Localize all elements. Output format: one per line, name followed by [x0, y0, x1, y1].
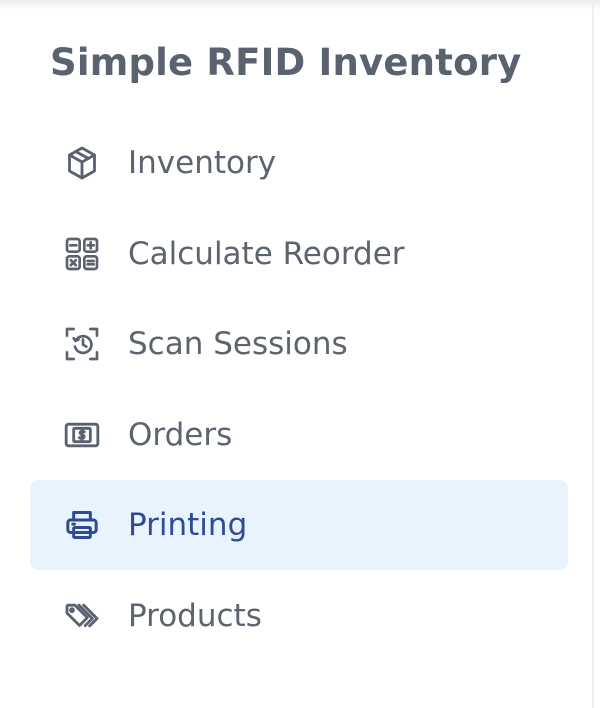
calculator-icon — [62, 234, 102, 274]
sidebar-item-label: Inventory — [128, 145, 277, 181]
sidebar-item-printing[interactable]: Printing — [30, 480, 568, 570]
sidebar-divider — [592, 0, 594, 708]
dollar-bill-icon — [62, 415, 102, 455]
sidebar-nav: Inventory Calculate Reorder Scan Session… — [30, 118, 568, 661]
sidebar-item-products[interactable]: Products — [30, 571, 568, 661]
sidebar-item-orders[interactable]: Orders — [30, 390, 568, 480]
page: Simple RFID Inventory Inventory Calculat… — [0, 0, 600, 708]
printer-icon — [62, 505, 102, 545]
tags-icon — [62, 596, 102, 636]
scan-history-icon — [62, 324, 102, 364]
sidebar-item-label: Orders — [128, 416, 233, 453]
sidebar-item-label: Printing — [128, 507, 248, 543]
sidebar-item-calculate-reorder[interactable]: Calculate Reorder — [30, 209, 568, 299]
sidebar: Simple RFID Inventory Inventory Calculat… — [0, 0, 592, 708]
sidebar-item-label: Scan Sessions — [128, 326, 348, 362]
sidebar-item-label: Products — [128, 597, 262, 634]
cube-icon — [62, 143, 102, 183]
sidebar-item-scan-sessions[interactable]: Scan Sessions — [30, 299, 568, 389]
app-title: Simple RFID Inventory — [50, 41, 522, 84]
sidebar-item-label: Calculate Reorder — [128, 235, 405, 272]
sidebar-item-inventory[interactable]: Inventory — [30, 118, 568, 208]
